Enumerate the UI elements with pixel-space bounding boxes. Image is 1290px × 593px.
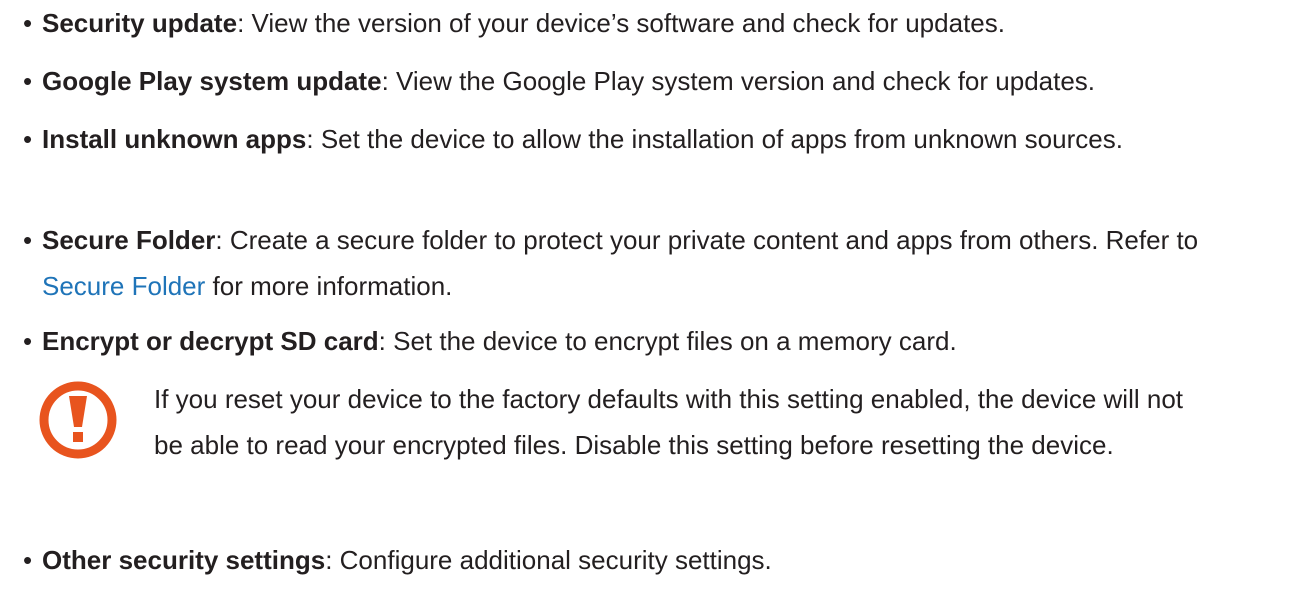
item-text: Google Play system update: View the Goog… xyxy=(42,58,1282,104)
item-description: View the Google Play system version and … xyxy=(396,66,1096,96)
item-separator: : xyxy=(325,545,340,575)
item-separator: : xyxy=(381,66,397,96)
item-text: Install unknown apps: Set the device to … xyxy=(42,116,1232,162)
caution-note-text: If you reset your device to the factory … xyxy=(154,384,1184,460)
item-text: Other security settings: Configure addit… xyxy=(42,537,1282,583)
caution-icon xyxy=(38,380,118,460)
item-separator: : xyxy=(237,8,252,38)
item-term: Other security settings xyxy=(42,545,326,575)
bullet: • xyxy=(23,326,33,356)
secure-folder-link[interactable]: Secure Folder xyxy=(42,271,205,301)
item-text: Security update: View the version of you… xyxy=(42,0,1282,46)
item-term: Secure Folder xyxy=(42,225,216,255)
item-description: Configure additional security settings. xyxy=(339,545,772,575)
item-term: Google Play system update xyxy=(42,66,382,96)
item-separator: : xyxy=(306,124,321,154)
item-description: View the version of your device’s softwa… xyxy=(251,8,1005,38)
item-description: Create a secure folder to protect your p… xyxy=(229,225,1199,255)
bullet: • xyxy=(23,8,33,38)
bullet: • xyxy=(23,225,33,255)
item-term: Security update xyxy=(42,8,238,38)
item-term: Encrypt or decrypt SD card xyxy=(42,326,379,356)
document-page: • Security update: View the version of y… xyxy=(0,0,1290,593)
item-term: Install unknown apps xyxy=(42,124,307,154)
bullet: • xyxy=(23,124,33,154)
item-description-after: for more information. xyxy=(205,271,453,301)
item-description: Set the device to encrypt files on a mem… xyxy=(393,326,957,356)
item-description: Set the device to allow the installation… xyxy=(320,124,1123,154)
item-separator: : xyxy=(378,326,394,356)
item-text: Secure Folder: Create a secure folder to… xyxy=(42,217,1242,309)
item-text: Encrypt or decrypt SD card: Set the devi… xyxy=(42,318,1282,364)
bullet: • xyxy=(23,545,33,575)
item-separator: : xyxy=(215,225,230,255)
bullet: • xyxy=(23,66,33,96)
